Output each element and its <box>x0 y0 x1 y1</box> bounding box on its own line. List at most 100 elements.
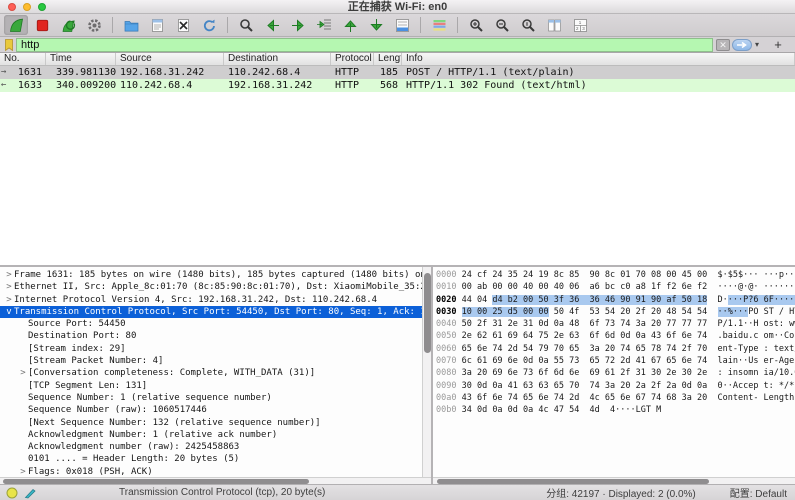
packet-cell-source: 110.242.68.4 <box>116 79 224 92</box>
detail-tree-line[interactable]: >Ethernet II, Src: Apple_8c:01:70 (8c:85… <box>0 281 431 293</box>
toolbar-button-zoom-reset[interactable] <box>516 15 540 35</box>
tree-expander-spacer <box>18 343 28 355</box>
detail-line-text: Sequence Number (raw): 1060517446 <box>28 404 207 416</box>
hex-row-0090[interactable]: 0090 30 0d 0a 41 63 63 65 70 74 3a 20 2a… <box>436 380 795 392</box>
toolbar-button-layout[interactable]: 123 <box>568 15 592 35</box>
column-header-destination[interactable]: Destination <box>224 53 331 65</box>
hex-row-0000[interactable]: 0000 24 cf 24 35 24 19 8c 85 90 8c 01 70… <box>436 269 795 281</box>
ascii-text: ····@·@· ······n· <box>718 282 795 292</box>
hex-row-0020[interactable]: 0020 44 04 d4 b2 00 50 3f 36 36 46 90 91… <box>436 294 795 306</box>
toolbar-button-open-file[interactable] <box>119 15 143 35</box>
toolbar-button-reload-file[interactable] <box>197 15 221 35</box>
ascii-text: 0··Accep t: */*·· <box>718 381 795 391</box>
hex-offset: 0080 <box>436 368 456 378</box>
toolbar-button-go-last[interactable] <box>364 15 388 35</box>
toolbar-button-resize-columns[interactable] <box>542 15 566 35</box>
filter-clear-button[interactable]: ✕ <box>716 39 730 51</box>
detail-tree-line[interactable]: [Stream Packet Number: 4] <box>0 355 431 367</box>
bytes-horizontal-scrollbar[interactable] <box>433 477 795 484</box>
hex-row-0050[interactable]: 0050 2e 62 61 69 64 75 2e 63 6f 6d 0d 0a… <box>436 330 795 342</box>
window-title: 正在捕获 Wi-Fi: en0 <box>0 1 795 14</box>
packet-row-1633[interactable]: ←1633340.009200110.242.68.4192.168.31.24… <box>0 79 795 92</box>
tree-expander-icon[interactable]: > <box>4 294 14 306</box>
detail-tree-line[interactable]: vTransmission Control Protocol, Src Port… <box>0 306 431 318</box>
tree-expander-spacer <box>18 441 28 453</box>
detail-tree-line[interactable]: >[Conversation completeness: Complete, W… <box>0 367 431 379</box>
detail-tree-line[interactable]: [TCP Segment Len: 131] <box>0 380 431 392</box>
toolbar-button-colorize-packets[interactable] <box>427 15 451 35</box>
detail-tree-line[interactable]: Acknowledgment Number: 1 (relative ack n… <box>0 429 431 441</box>
gap <box>707 319 717 329</box>
packet-cell-destination: 192.168.31.242 <box>224 79 331 92</box>
filter-add-button[interactable]: + <box>771 37 785 52</box>
detail-tree-line[interactable]: >Frame 1631: 185 bytes on wire (1480 bit… <box>0 269 431 281</box>
gap <box>707 381 717 391</box>
toolbar-button-go-back[interactable] <box>260 15 284 35</box>
column-header-protocol[interactable]: Protocol <box>331 53 374 65</box>
toolbar-button-find-packet[interactable] <box>234 15 258 35</box>
toolbar-button-close-file[interactable] <box>171 15 195 35</box>
detail-tree-line[interactable]: [Stream index: 29] <box>0 343 431 355</box>
capture-comment-icon[interactable] <box>24 487 37 499</box>
toolbar-button-go-first[interactable] <box>338 15 362 35</box>
hex-row-0060[interactable]: 0060 65 6e 74 2d 54 79 70 65 3a 20 74 65… <box>436 343 795 355</box>
hex-row-0010[interactable]: 0010 00 ab 00 00 40 00 40 06 a6 bc c0 a8… <box>436 281 795 293</box>
display-filter-input[interactable]: http <box>16 38 713 52</box>
details-vertical-scrollbar[interactable] <box>422 267 431 477</box>
detail-tree-line[interactable]: [Next Sequence Number: 132 (relative seq… <box>0 417 431 429</box>
detail-tree-line[interactable]: 0101 .... = Header Length: 20 bytes (5) <box>0 453 431 465</box>
detail-tree-line[interactable]: >Internet Protocol Version 4, Src: 192.1… <box>0 294 431 306</box>
apply-arrow-icon <box>736 41 748 49</box>
hex-bytes: 50 4f 53 54 20 2f 20 48 54 54 <box>549 307 708 317</box>
expert-info-icon[interactable] <box>6 487 18 499</box>
details-vscroll-thumb[interactable] <box>424 273 431 353</box>
tree-expander-icon[interactable]: > <box>18 367 28 379</box>
tree-expander-icon[interactable]: > <box>4 281 14 293</box>
toolbar-button-go-to-packet[interactable] <box>312 15 336 35</box>
packet-row-1631[interactable]: →1631339.981130192.168.31.242110.242.68.… <box>0 66 795 79</box>
filter-history-dropdown[interactable]: ▾ <box>755 40 759 49</box>
hex-bytes: 65 6e 74 2d 54 79 70 65 3a 20 74 65 78 7… <box>462 344 708 354</box>
ascii-text-selected: ···P?6 6F····P· <box>728 295 795 305</box>
toolbar-button-auto-scroll[interactable] <box>390 15 414 35</box>
hex-bytes: 44 04 <box>462 295 493 305</box>
hex-row-0030[interactable]: 0030 10 00 25 d5 00 00 50 4f 53 54 20 2f… <box>436 306 795 318</box>
hex-row-0070[interactable]: 0070 6c 61 69 6e 0d 0a 55 73 65 72 2d 41… <box>436 355 795 367</box>
hex-bytes: 3a 20 69 6e 73 6f 6d 6e 69 61 2f 31 30 2… <box>462 368 708 378</box>
detail-tree-line[interactable]: Source Port: 54450 <box>0 318 431 330</box>
column-header-time[interactable]: Time <box>46 53 116 65</box>
ascii-text: D· <box>718 295 728 305</box>
column-header-no[interactable]: No. <box>0 53 46 65</box>
detail-line-text: Acknowledgment Number: 1 (relative ack n… <box>28 429 277 441</box>
column-header-source[interactable]: Source <box>116 53 224 65</box>
toolbar-button-go-forward[interactable] <box>286 15 310 35</box>
tree-expander-icon[interactable]: v <box>4 306 14 318</box>
toolbar-button-zoom-out[interactable] <box>490 15 514 35</box>
packet-count-summary[interactable]: 分组: 42197 · Displayed: 2 (0.0%) <box>546 485 696 500</box>
toolbar-separator <box>227 17 228 33</box>
column-header-length[interactable]: Length <box>374 53 402 65</box>
detail-tree-line[interactable]: Sequence Number (raw): 1060517446 <box>0 404 431 416</box>
hex-row-0040[interactable]: 0040 50 2f 31 2e 31 0d 0a 48 6f 73 74 3a… <box>436 318 795 330</box>
hex-row-00a0[interactable]: 00a0 43 6f 6e 74 65 6e 74 2d 4c 65 6e 67… <box>436 392 795 404</box>
column-header-info[interactable]: Info <box>402 53 795 65</box>
hex-row-0080[interactable]: 0080 3a 20 69 6e 73 6f 6d 6e 69 61 2f 31… <box>436 367 795 379</box>
tree-expander-spacer <box>18 318 28 330</box>
zoom-in-icon <box>468 17 485 34</box>
hex-row-00b0[interactable]: 00b0 34 0d 0a 0d 0a 4c 47 54 4d 4····LGT… <box>436 404 795 416</box>
detail-line-text: Internet Protocol Version 4, Src: 192.16… <box>14 294 377 306</box>
toolbar-button-capture-restart[interactable] <box>56 15 80 35</box>
profile-indicator[interactable]: 配置: Default <box>730 485 787 500</box>
toolbar-button-capture-start[interactable] <box>4 15 28 35</box>
toolbar-button-save-file[interactable] <box>145 15 169 35</box>
details-horizontal-scrollbar[interactable] <box>0 477 431 484</box>
filter-bookmark-icon[interactable] <box>2 38 16 52</box>
tree-expander-icon[interactable]: > <box>4 269 14 281</box>
toolbar-button-capture-stop[interactable] <box>30 15 54 35</box>
detail-tree-line[interactable]: Acknowledgment number (raw): 2425458863 <box>0 441 431 453</box>
detail-tree-line[interactable]: Destination Port: 80 <box>0 330 431 342</box>
detail-tree-line[interactable]: Sequence Number: 1 (relative sequence nu… <box>0 392 431 404</box>
toolbar-button-capture-options[interactable] <box>82 15 106 35</box>
toolbar-button-zoom-in[interactable] <box>464 15 488 35</box>
filter-apply-button[interactable] <box>732 39 752 51</box>
